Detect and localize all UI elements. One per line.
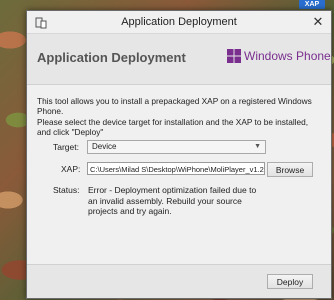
browse-button[interactable]: Browse bbox=[267, 162, 313, 177]
description-line-1: This tool allows you to install a prepac… bbox=[37, 96, 312, 117]
chevron-down-icon: ▼ bbox=[254, 143, 261, 150]
title-bar[interactable]: Application Deployment ✕ bbox=[27, 11, 331, 34]
status-label: Status: bbox=[53, 185, 80, 195]
banner-title: Application Deployment bbox=[37, 50, 186, 65]
xap-taskbar-badge[interactable]: XAP bbox=[299, 0, 325, 9]
description-line-2: Please select the device target for inst… bbox=[37, 116, 309, 138]
target-select-value: Device bbox=[92, 142, 117, 151]
header-banner: Application Deployment Windows Phone bbox=[27, 34, 331, 85]
windows-phone-logo: Windows Phone bbox=[227, 49, 331, 63]
application-deployment-window: Application Deployment ✕ Application Dep… bbox=[26, 10, 332, 299]
footer: Deploy bbox=[27, 264, 331, 298]
status-message: Error - Deployment optimization failed d… bbox=[88, 185, 257, 216]
target-label: Target: bbox=[53, 142, 79, 152]
brand-text: Windows Phone bbox=[244, 49, 331, 63]
xap-path-input[interactable]: C:\Users\Milad S\Desktop\WiPhone\MoliPla… bbox=[87, 162, 265, 175]
window-title: Application Deployment bbox=[121, 16, 237, 28]
close-icon[interactable]: ✕ bbox=[311, 15, 325, 29]
deploy-button[interactable]: Deploy bbox=[267, 274, 313, 289]
description: This tool allows you to install a prepac… bbox=[37, 96, 323, 138]
target-select[interactable]: Device ▼ bbox=[87, 140, 266, 154]
windows-logo-icon bbox=[227, 49, 241, 63]
xap-label: XAP: bbox=[61, 164, 81, 174]
